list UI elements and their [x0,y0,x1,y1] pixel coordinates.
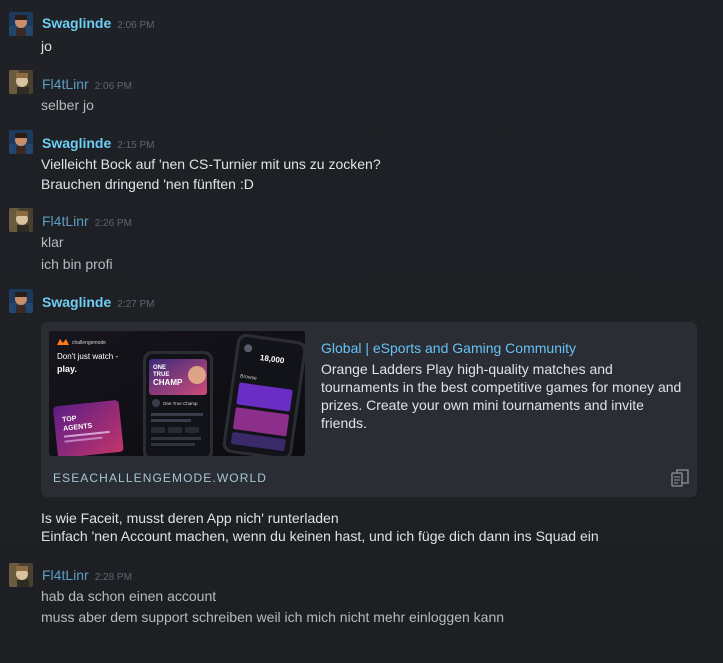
link-preview-url[interactable]: ESEACHALLENGEMODE.WORLD [53,471,267,485]
brand-name: challengemode [72,340,106,346]
message-author[interactable]: Fl4tLinr 2:28 PM [42,567,132,586]
message-author[interactable]: Swaglinde 2:27 PM [42,294,154,313]
message-author[interactable]: Fl4tLinr 2:06 PM [42,76,132,95]
author-name[interactable]: Swaglinde [42,15,111,31]
author-name[interactable]: Swaglinde [42,294,111,310]
message-time: 2:27 PM [117,299,155,310]
avatar-swaglinde[interactable] [9,12,33,36]
avatar-fl4tlinr[interactable] [9,70,33,94]
message-text: klar [41,234,64,250]
link-preview-title[interactable]: Global | eSports and Gaming Community [321,339,576,357]
message-text: Einfach 'nen Account machen, wenn du kei… [41,528,599,544]
avatar-fl4tlinr[interactable] [9,563,33,587]
avatar-swaglinde[interactable] [9,130,33,154]
author-name[interactable]: Swaglinde [42,135,111,151]
promo-headline-2: play. [57,364,77,374]
message-time: 2:26 PM [94,218,132,229]
event-banner-text-3: CHAMP [153,378,183,387]
avatar-swaglinde[interactable] [9,289,33,313]
message-author[interactable]: Fl4tLinr 2:26 PM [42,213,132,232]
message-text: muss aber dem support schreiben weil ich… [41,609,505,625]
author-name[interactable]: Fl4tLinr [42,213,89,229]
link-preview-image[interactable]: challengemode Don't just watch - play. T… [49,331,305,456]
author-name[interactable]: Fl4tLinr [42,76,89,92]
copy-link-icon[interactable] [670,468,690,488]
message-text: Brauchen dringend 'nen fünften :D [41,176,254,192]
phone-mockup: ONE TRUE CHAMP One True Champ [143,351,213,456]
event-name: One True Champ [163,401,198,406]
message-time: 2:28 PM [94,572,132,583]
link-preview-card[interactable]: challengemode Don't just watch - play. T… [41,322,697,497]
message-text: selber jo [41,97,94,113]
message-text: Vielleicht Bock auf 'nen CS-Turnier mit … [41,156,381,172]
message-text: hab da schon einen account [41,588,217,604]
message-text: jo [41,38,52,54]
message-text: ich bin profi [41,256,113,272]
message-time: 2:15 PM [117,140,155,151]
link-preview-description: Orange Ladders Play high-quality matches… [321,361,682,431]
event-banner-text: ONE [153,365,166,371]
author-name[interactable]: Fl4tLinr [42,567,89,583]
message-time: 2:06 PM [94,81,132,92]
avatar-fl4tlinr[interactable] [9,208,33,232]
message-time: 2:06 PM [117,20,155,31]
message-text: Is wie Faceit, musst deren App nich' run… [41,510,339,526]
promo-headline: Don't just watch - [57,352,118,361]
message-author[interactable]: Swaglinde 2:06 PM [42,15,154,34]
message-author[interactable]: Swaglinde 2:15 PM [42,135,154,154]
chat-log: Swaglinde 2:06 PM jo Fl4tLinr 2:06 PM selb… [0,0,723,663]
